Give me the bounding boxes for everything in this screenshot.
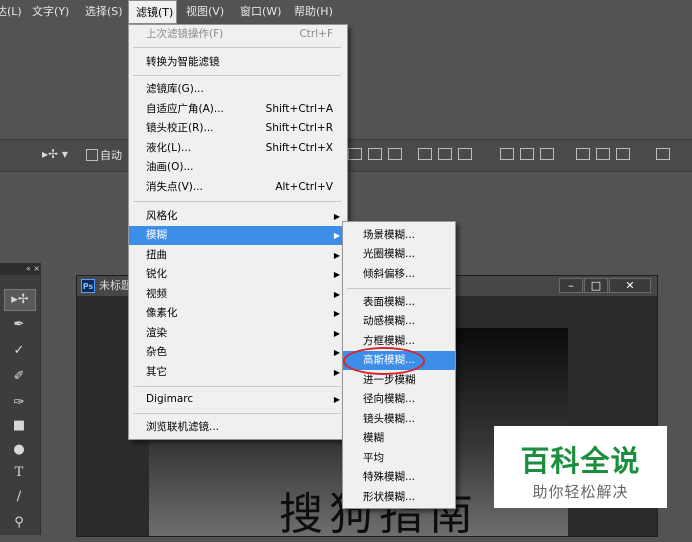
menu-layer[interactable]: 达(L): [0, 0, 22, 24]
menu-item-pixelate[interactable]: 像素化 ▶: [129, 304, 347, 323]
quick-select-tool-icon[interactable]: ✒: [4, 315, 34, 335]
align-top-icon[interactable]: [348, 148, 362, 160]
align-left-icon[interactable]: [418, 148, 432, 160]
menu-help[interactable]: 帮助(H): [294, 0, 333, 24]
eyedropper-tool-icon[interactable]: ✓: [4, 341, 34, 361]
watermark-subtitle: 助你轻松解决: [532, 483, 629, 501]
auto-select-label: 自动: [100, 149, 122, 162]
menu-separator: [133, 386, 341, 387]
tools-panel-collapse[interactable]: « ×: [0, 263, 40, 275]
menu-view[interactable]: 视图(V): [186, 0, 224, 24]
submenu-arrow-icon: ▶: [333, 348, 340, 357]
move-tool-icon[interactable]: ▸✢: [4, 289, 36, 311]
menu-item-distort[interactable]: 扭曲 ▶: [129, 246, 347, 265]
menu-item-browse-online-filters[interactable]: 浏览联机滤镜...: [129, 418, 347, 437]
submenu-item-surface-blur[interactable]: 表面模糊...: [343, 293, 455, 312]
submenu-arrow-icon: ▶: [333, 270, 340, 279]
menu-item-render[interactable]: 渲染 ▶: [129, 324, 347, 343]
align-right-icon[interactable]: [458, 148, 472, 160]
submenu-arrow-icon: ▶: [333, 395, 340, 404]
submenu-item-field-blur[interactable]: 场景模糊...: [343, 226, 455, 245]
close-button[interactable]: ✕: [609, 278, 651, 293]
submenu-arrow-icon: ▶: [333, 251, 340, 260]
menu-item-convert-smart-filters[interactable]: 转换为智能滤镜: [129, 53, 347, 72]
submenu-item-blur[interactable]: 模糊: [343, 429, 455, 448]
distribute-top-icon[interactable]: [500, 148, 514, 160]
distribute-bottom-icon[interactable]: [540, 148, 554, 160]
eraser-tool-icon[interactable]: ■: [4, 416, 34, 436]
align-vcenter-icon[interactable]: [368, 148, 382, 160]
menu-item-last-filter[interactable]: 上次滤镜操作(F) Ctrl+F: [129, 25, 347, 44]
submenu-arrow-icon: ▶: [333, 368, 340, 377]
menu-item-other[interactable]: 其它 ▶: [129, 363, 347, 382]
menu-separator: [347, 288, 451, 289]
maximize-button[interactable]: □: [584, 278, 608, 293]
menu-item-liquify[interactable]: 液化(L)... Shift+Ctrl+X: [129, 139, 347, 158]
menu-item-adaptive-wide-angle[interactable]: 自适应广角(A)... Shift+Ctrl+A: [129, 100, 347, 119]
type-tool-icon[interactable]: T: [4, 463, 34, 483]
submenu-item-lens-blur[interactable]: 镜头模糊...: [343, 410, 455, 429]
menu-item-digimarc[interactable]: Digimarc ▶: [129, 390, 347, 409]
menu-separator: [133, 75, 341, 76]
menu-item-lens-correction[interactable]: 镜头校正(R)... Shift+Ctrl+R: [129, 119, 347, 138]
brush-tool-icon[interactable]: ✐: [4, 367, 34, 387]
menu-item-noise[interactable]: 杂色 ▶: [129, 343, 347, 362]
distribute-vcenter-icon[interactable]: [520, 148, 534, 160]
submenu-arrow-icon: ▶: [333, 309, 340, 318]
menu-item-vanishing-point[interactable]: 消失点(V)... Alt+Ctrl+V: [129, 178, 347, 197]
history-brush-tool-icon[interactable]: ✑: [4, 393, 34, 413]
menu-item-stylize[interactable]: 风格化 ▶: [129, 207, 347, 226]
menu-separator: [133, 413, 341, 414]
submenu-item-tilt-shift[interactable]: 倾斜偏移...: [343, 265, 455, 284]
submenu-arrow-icon: ▶: [333, 231, 340, 240]
menu-type[interactable]: 文字(Y): [32, 0, 69, 24]
submenu-arrow-icon: ▶: [333, 212, 340, 221]
submenu-item-average[interactable]: 平均: [343, 449, 455, 468]
menu-separator: [133, 47, 341, 48]
submenu-item-iris-blur[interactable]: 光圈模糊...: [343, 245, 455, 264]
photoshop-logo-icon: Ps: [81, 279, 95, 293]
auto-align-icon[interactable]: [656, 148, 670, 160]
path-select-tool-icon[interactable]: ∕: [4, 487, 34, 507]
menu-separator: [133, 201, 341, 202]
align-bottom-icon[interactable]: [388, 148, 402, 160]
tools-panel: « × ▸✢ ✒ ✓ ✐ ✑ ■ ● T ∕ ⚲: [0, 263, 41, 535]
watermark-title: 百科全说: [520, 444, 641, 478]
menu-window[interactable]: 窗口(W): [240, 0, 281, 24]
menu-item-blur[interactable]: 模糊 ▶: [129, 226, 347, 245]
menu-item-video[interactable]: 视频 ▶: [129, 285, 347, 304]
submenu-item-radial-blur[interactable]: 径向模糊...: [343, 390, 455, 409]
align-hcenter-icon[interactable]: [438, 148, 452, 160]
menu-item-sharpen[interactable]: 锐化 ▶: [129, 265, 347, 284]
submenu-item-shape-blur[interactable]: 形状模糊...: [343, 488, 455, 507]
watermark-logo: 百科全说 助你轻松解决: [494, 426, 667, 508]
dodge-tool-icon[interactable]: ●: [4, 440, 34, 460]
submenu-item-smart-blur[interactable]: 特殊模糊...: [343, 468, 455, 487]
submenu-arrow-icon: ▶: [333, 329, 340, 338]
minimize-button[interactable]: –: [559, 278, 583, 293]
filter-menu: 上次滤镜操作(F) Ctrl+F 转换为智能滤镜 滤镜库(G)... 自适应广角(…: [128, 24, 348, 440]
distribute-left-icon[interactable]: [576, 148, 590, 160]
submenu-arrow-icon: ▶: [333, 290, 340, 299]
menu-filter[interactable]: 滤镜(T): [128, 0, 177, 24]
distribute-hcenter-icon[interactable]: [596, 148, 610, 160]
move-tool-icon[interactable]: ▸✢ ▾: [42, 147, 68, 161]
menu-select[interactable]: 选择(S): [85, 0, 123, 24]
distribute-right-icon[interactable]: [616, 148, 630, 160]
auto-select-checkbox[interactable]: [86, 149, 98, 161]
submenu-item-motion-blur[interactable]: 动感模糊...: [343, 312, 455, 331]
menu-bar: 达(L) 文字(Y) 选择(S) 滤镜(T) 视图(V) 窗口(W) 帮助(H): [0, 0, 692, 24]
menu-item-filter-gallery[interactable]: 滤镜库(G)...: [129, 80, 347, 99]
highlight-ring: [343, 347, 425, 375]
menu-item-oil-paint[interactable]: 油画(O)...: [129, 158, 347, 177]
zoom-tool-icon[interactable]: ⚲: [4, 513, 34, 533]
